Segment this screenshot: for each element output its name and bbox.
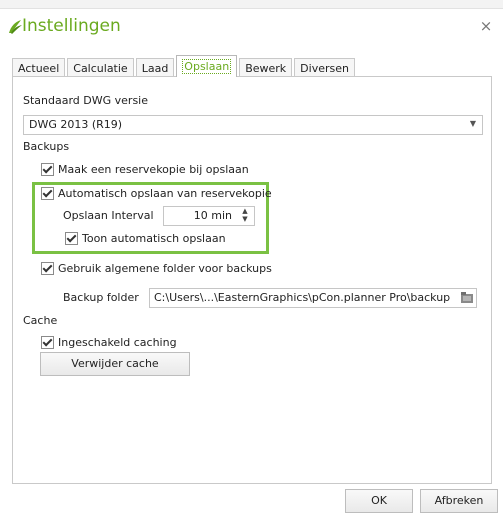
tab-bar: Actueel Calculatie Laad Opslaan Bewerk D… <box>12 55 357 78</box>
tab-diversen[interactable]: Diversen <box>294 58 355 78</box>
tab-opslaan-label: Opslaan <box>182 59 232 74</box>
chevron-down-icon: ▼ <box>469 119 476 128</box>
cache-heading: Cache <box>23 314 58 327</box>
general-folder-checkbox[interactable] <box>41 262 54 275</box>
backup-folder-path: C:\Users\...\EasternGraphics\pCon.planne… <box>154 291 451 304</box>
auto-save-label: Automatisch opslaan van reservekopie <box>58 187 272 200</box>
show-auto-save-checkbox[interactable] <box>65 232 78 245</box>
title-bar: Instellingen × <box>0 8 503 46</box>
show-auto-save-label: Toon automatisch opslaan <box>82 232 226 245</box>
interval-stepper[interactable]: 10 min ▲ ▼ <box>163 206 255 226</box>
backup-on-save-checkbox[interactable] <box>41 163 54 176</box>
backup-on-save-option[interactable]: Maak een reservekopie bij opslaan <box>41 163 249 176</box>
folder-browse-icon[interactable] <box>460 291 474 304</box>
interval-value: 10 min <box>193 209 232 222</box>
dwg-version-dropdown[interactable]: DWG 2013 (R19) ▼ <box>23 115 483 135</box>
tab-bewerk[interactable]: Bewerk <box>239 58 293 78</box>
caching-label: Ingeschakeld caching <box>58 336 177 349</box>
tab-calculatie[interactable]: Calculatie <box>67 58 134 78</box>
backups-heading: Backups <box>23 140 70 153</box>
tab-actueel[interactable]: Actueel <box>12 58 66 78</box>
close-icon[interactable]: × <box>479 18 493 34</box>
general-folder-option[interactable]: Gebruik algemene folder voor backups <box>41 262 272 275</box>
caching-option[interactable]: Ingeschakeld caching <box>41 336 177 349</box>
clear-cache-button[interactable]: Verwijder cache <box>40 352 190 376</box>
cancel-button[interactable]: Afbreken <box>420 489 498 513</box>
backup-folder-label: Backup folder <box>63 291 139 304</box>
dwg-version-label: Standaard DWG versie <box>23 94 149 107</box>
interval-label: Opslaan Interval <box>63 209 154 222</box>
auto-save-option[interactable]: Automatisch opslaan van reservekopie <box>41 187 272 200</box>
caching-checkbox[interactable] <box>41 336 54 349</box>
window-title: Instellingen <box>22 16 121 36</box>
stepper-arrows-icon[interactable]: ▲ ▼ <box>240 207 250 225</box>
show-auto-save-option[interactable]: Toon automatisch opslaan <box>65 232 226 245</box>
backup-folder-field[interactable]: C:\Users\...\EasternGraphics\pCon.planne… <box>149 288 477 308</box>
backup-on-save-label: Maak een reservekopie bij opslaan <box>58 163 249 176</box>
auto-save-checkbox[interactable] <box>41 187 54 200</box>
tab-opslaan[interactable]: Opslaan <box>176 55 238 77</box>
tab-laad[interactable]: Laad <box>135 58 175 78</box>
dwg-version-value: DWG 2013 (R19) <box>29 118 123 131</box>
settings-panel: Standaard DWG versie DWG 2013 (R19) ▼ Ba… <box>12 76 492 484</box>
ok-button[interactable]: OK <box>345 489 413 513</box>
general-folder-label: Gebruik algemene folder voor backups <box>58 262 272 275</box>
